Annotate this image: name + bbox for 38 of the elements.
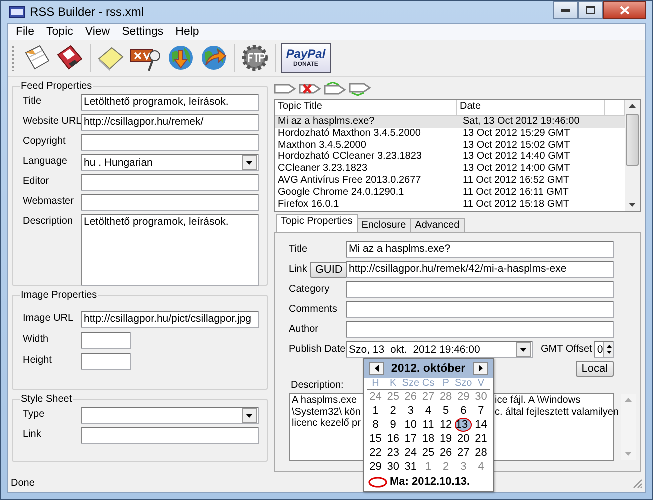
- description-text: licenc kezelő pr: [292, 418, 362, 430]
- field-label: Website URL: [23, 115, 81, 127]
- description-text: A hasplms.exe: [292, 395, 358, 406]
- field-label: Language: [23, 155, 68, 167]
- field-label: Webmaster: [23, 195, 75, 207]
- field-label: Publish Date: [289, 344, 346, 355]
- weekday-label: Cs: [421, 378, 436, 389]
- field-label: Description:: [290, 380, 344, 391]
- field-label: Category: [289, 284, 330, 295]
- field-label: Link: [289, 264, 308, 275]
- group-title: Image Properties: [20, 290, 98, 301]
- status-text: Done: [11, 478, 35, 489]
- field-label: Image URL: [23, 312, 75, 324]
- field-label: Editor: [23, 175, 50, 187]
- description-text: ice fájl. A \Windows: [495, 395, 582, 406]
- group-title: Feed Properties: [20, 81, 94, 92]
- description-text: \System32\ kön: [292, 406, 362, 418]
- field-label: Type: [23, 408, 46, 420]
- window-title: RSS Builder - rss.xml: [30, 5, 144, 19]
- field-label: Description: [23, 215, 74, 227]
- field-label: Width: [23, 333, 50, 345]
- description-text: c. által fejlesztett valamilyen: [495, 406, 619, 418]
- weekday-label: Szo: [454, 378, 472, 389]
- month-title: 2012. október: [391, 362, 466, 374]
- group-title: Style Sheet: [20, 394, 74, 405]
- field-label: Height: [23, 354, 53, 366]
- field-label: Link: [23, 428, 42, 440]
- field-label: Copyright: [23, 135, 67, 147]
- weekday-label: V: [476, 378, 486, 389]
- field-label: Comments: [289, 304, 338, 315]
- weekday-label: K: [389, 378, 398, 389]
- weekday-label: P: [442, 378, 450, 389]
- weekday-label: Sze: [402, 378, 420, 389]
- weekday-label: H: [371, 378, 380, 389]
- field-label: GMT Offset: [541, 344, 592, 355]
- field-label: Title: [289, 244, 308, 255]
- field-label: Title: [23, 95, 43, 107]
- field-label: Author: [289, 324, 318, 335]
